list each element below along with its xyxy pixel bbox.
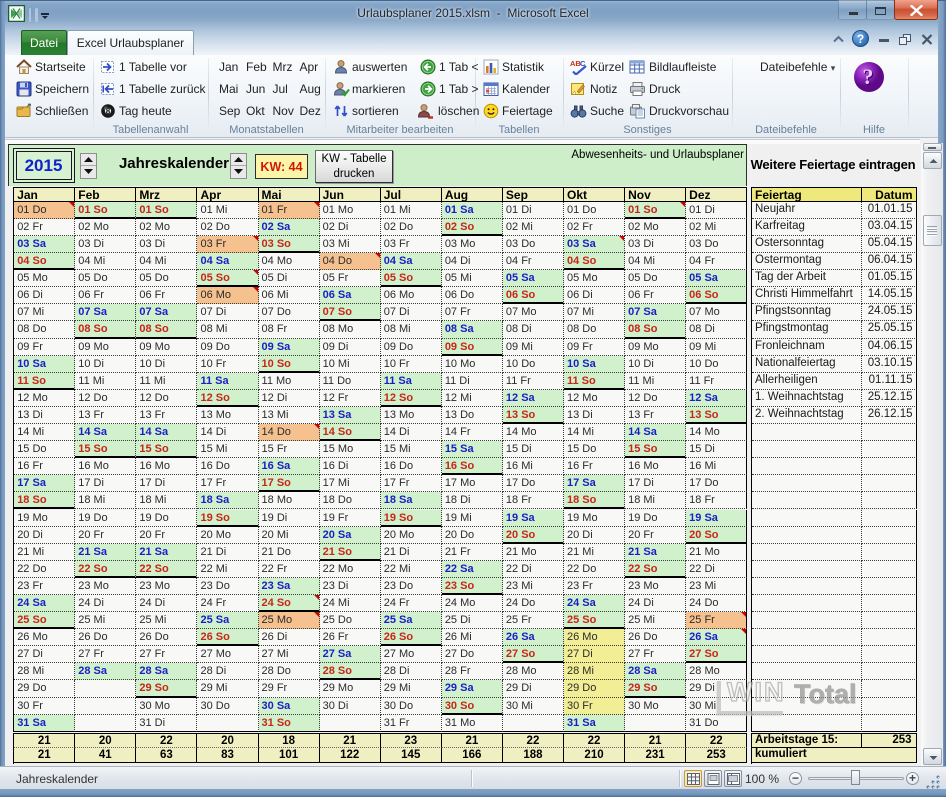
svg-text:8: 8 (106, 106, 111, 115)
svg-text:?: ? (863, 64, 874, 89)
